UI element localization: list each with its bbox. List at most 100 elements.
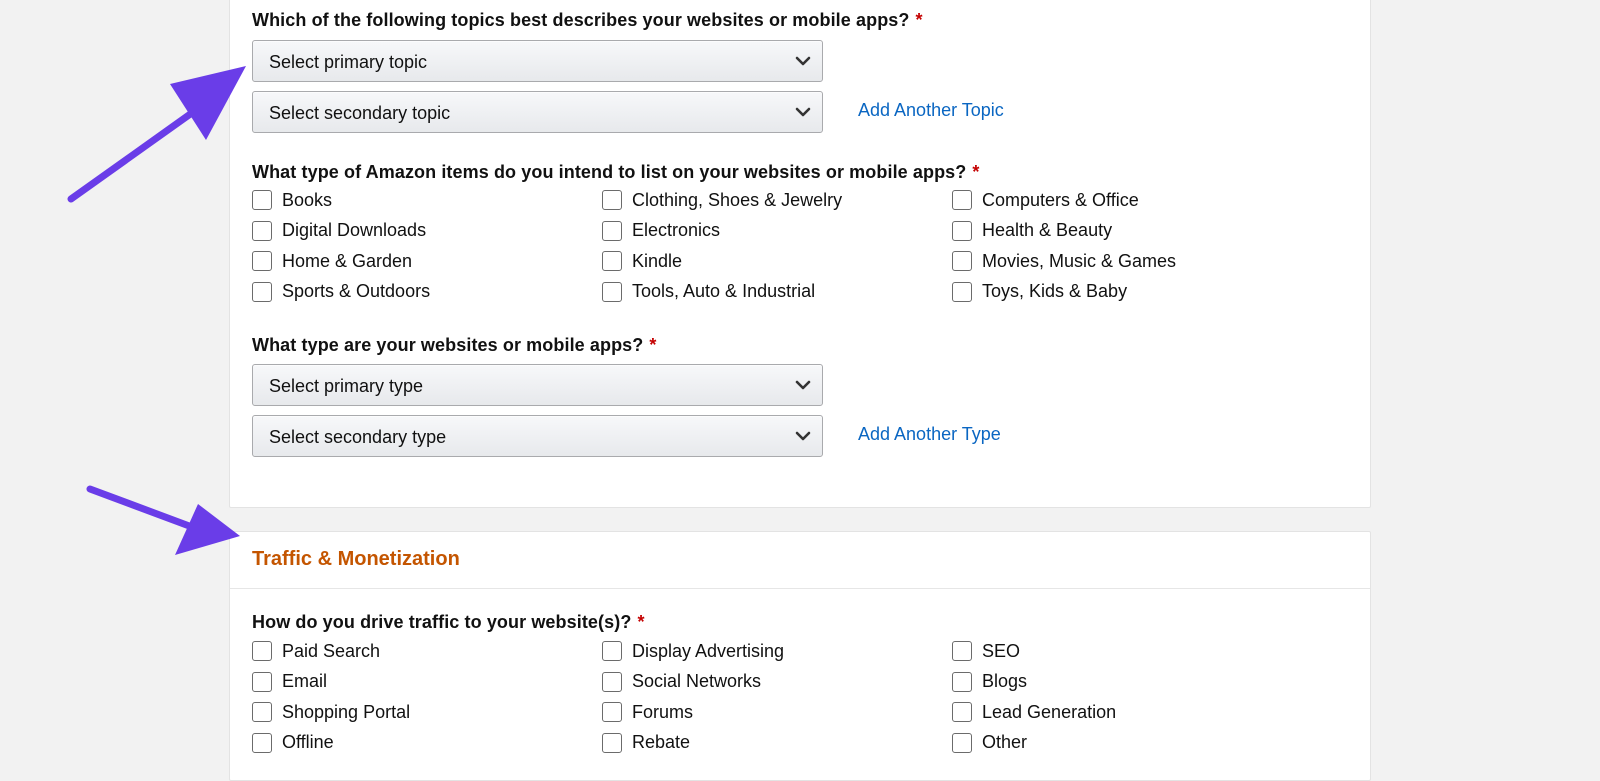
checkbox-option-home-garden[interactable]: Home & Garden [252, 248, 412, 274]
arrow-icon [86, 485, 240, 555]
checkbox-option-offline[interactable]: Offline [252, 730, 334, 756]
items-question-text: What type of Amazon items do you intend … [252, 162, 967, 182]
checkbox-label: Clothing, Shoes & Jewelry [632, 189, 843, 210]
checkbox-option-electronics[interactable]: Electronics [602, 218, 720, 244]
chevron-down-icon [795, 56, 811, 66]
checkbox[interactable] [252, 641, 272, 661]
checkbox[interactable] [252, 732, 272, 753]
checkbox-label: Digital Downloads [282, 220, 427, 241]
required-marker: * [972, 162, 980, 182]
checkbox-label: Computers & Office [982, 189, 1139, 210]
checkbox-option-health-beauty[interactable]: Health & Beauty [952, 218, 1112, 244]
checkbox[interactable] [252, 220, 272, 241]
checkbox-option-rebate[interactable]: Rebate [602, 730, 690, 756]
checkbox-label: Display Advertising [632, 640, 785, 661]
checkbox-option-tools-auto-industrial[interactable]: Tools, Auto & Industrial [602, 279, 815, 305]
checkbox-label: Shopping Portal [282, 701, 411, 722]
traffic-monetization-card: Traffic & Monetization How do you drive … [229, 531, 1371, 781]
secondary-type-select-value: Select secondary type [269, 427, 447, 447]
checkbox-label: Lead Generation [982, 701, 1117, 722]
checkbox-option-shopping-portal[interactable]: Shopping Portal [252, 699, 410, 725]
section-divider [230, 588, 1370, 589]
checkbox-option-other[interactable]: Other [952, 730, 1027, 756]
site-details-card: Which of the following topics best descr… [229, 0, 1371, 508]
checkbox[interactable] [602, 220, 622, 241]
required-marker: * [649, 335, 657, 355]
required-marker: * [637, 612, 645, 632]
checkbox-option-blogs[interactable]: Blogs [952, 669, 1027, 695]
checkbox[interactable] [602, 641, 622, 661]
checkbox[interactable] [602, 702, 622, 723]
secondary-type-select[interactable]: Select secondary type [252, 415, 823, 457]
primary-type-select-value: Select primary type [269, 376, 424, 396]
checkbox-label: Email [282, 671, 328, 692]
checkbox[interactable] [252, 281, 272, 302]
checkbox-option-social-networks[interactable]: Social Networks [602, 669, 761, 695]
topics-question: Which of the following topics best descr… [252, 10, 923, 31]
checkbox[interactable] [252, 671, 272, 692]
checkbox-label: Movies, Music & Games [982, 250, 1177, 271]
checkbox[interactable] [952, 190, 972, 210]
checkbox-option-sports-outdoors[interactable]: Sports & Outdoors [252, 279, 430, 305]
checkbox-label: Paid Search [282, 640, 381, 661]
checkbox-label: Offline [282, 732, 334, 753]
checkbox-label: Home & Garden [282, 250, 413, 271]
checkbox-option-toys-kids-baby[interactable]: Toys, Kids & Baby [952, 279, 1127, 305]
add-another-topic-link[interactable]: Add Another Topic [858, 100, 1004, 121]
checkbox-label: Other [982, 732, 1028, 753]
checkbox-option-lead-generation[interactable]: Lead Generation [952, 699, 1116, 725]
checkbox-option-kindle[interactable]: Kindle [602, 248, 682, 274]
checkbox-label: Kindle [632, 250, 683, 271]
checkbox[interactable] [602, 251, 622, 272]
checkbox-label: Health & Beauty [982, 220, 1113, 241]
secondary-topic-select-value: Select secondary topic [269, 103, 451, 123]
checkbox[interactable] [602, 190, 622, 210]
checkbox-label: Rebate [632, 732, 691, 753]
checkbox[interactable] [952, 220, 972, 241]
checkbox-label: Forums [632, 701, 694, 722]
secondary-topic-select[interactable]: Select secondary topic [252, 91, 823, 133]
checkbox[interactable] [952, 732, 972, 753]
types-question: What type are your websites or mobile ap… [252, 335, 657, 356]
checkbox-option-display-advertising[interactable]: Display Advertising [602, 638, 784, 664]
checkbox[interactable] [952, 641, 972, 661]
checkbox[interactable] [952, 702, 972, 723]
types-question-text: What type are your websites or mobile ap… [252, 335, 644, 355]
checkbox[interactable] [952, 251, 972, 272]
checkbox-option-movies-music-games[interactable]: Movies, Music & Games [952, 248, 1176, 274]
checkbox-option-paid-search[interactable]: Paid Search [252, 638, 380, 664]
checkbox[interactable] [952, 281, 972, 302]
checkbox-label: Books [282, 189, 333, 210]
checkbox-label: Toys, Kids & Baby [982, 281, 1128, 302]
checkbox[interactable] [252, 702, 272, 723]
checkbox-option-clothing-shoes-jewelry[interactable]: Clothing, Shoes & Jewelry [602, 187, 842, 213]
checkbox[interactable] [602, 732, 622, 753]
chevron-down-icon [795, 380, 811, 390]
add-another-type-link[interactable]: Add Another Type [858, 424, 1001, 445]
checkbox-option-digital-downloads[interactable]: Digital Downloads [252, 218, 426, 244]
checkbox-label: Electronics [632, 220, 721, 241]
checkbox[interactable] [252, 251, 272, 272]
checkbox[interactable] [252, 190, 272, 210]
checkbox-option-computers-office[interactable]: Computers & Office [952, 187, 1139, 213]
topics-question-text: Which of the following topics best descr… [252, 10, 910, 30]
required-marker: * [915, 10, 923, 30]
checkbox[interactable] [952, 671, 972, 692]
checkbox-option-forums[interactable]: Forums [602, 699, 693, 725]
checkbox-label: Tools, Auto & Industrial [632, 281, 816, 302]
traffic-question: How do you drive traffic to your website… [252, 612, 645, 633]
checkbox-label: Blogs [982, 671, 1028, 692]
chevron-down-icon [795, 107, 811, 117]
traffic-question-text: How do you drive traffic to your website… [252, 612, 632, 632]
checkbox-option-books[interactable]: Books [252, 187, 332, 213]
chevron-down-icon [795, 431, 811, 441]
checkbox-label: SEO [982, 640, 1021, 661]
primary-topic-select-value: Select primary topic [269, 52, 428, 72]
checkbox-option-seo[interactable]: SEO [952, 638, 1020, 664]
checkbox-label: Social Networks [632, 671, 762, 692]
primary-type-select[interactable]: Select primary type [252, 364, 823, 406]
checkbox[interactable] [602, 281, 622, 302]
checkbox[interactable] [602, 671, 622, 692]
checkbox-option-email[interactable]: Email [252, 669, 327, 695]
primary-topic-select[interactable]: Select primary topic [252, 40, 823, 82]
